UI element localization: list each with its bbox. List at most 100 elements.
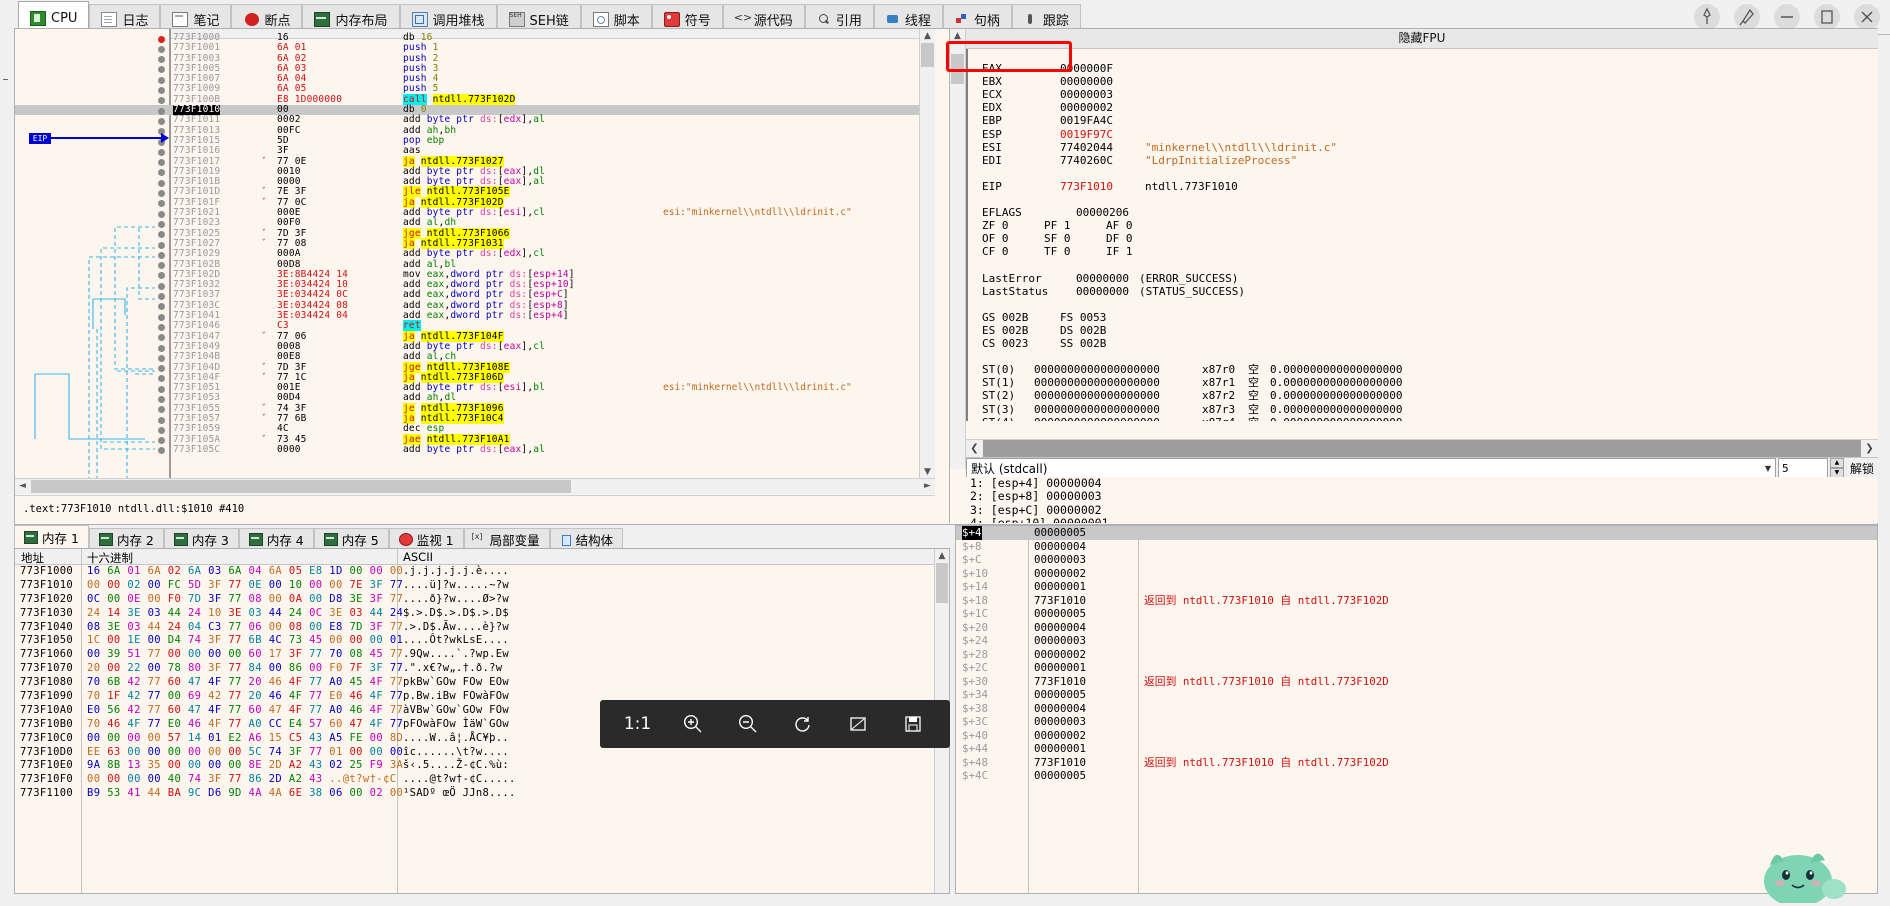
chevron-down-icon[interactable]: ▼ (1765, 464, 1771, 473)
flag-row[interactable]: OF 0 SF 0 DF 0 (968, 232, 1878, 245)
breakpoint-dot-icon[interactable] (158, 303, 165, 311)
dump-hex[interactable]: 70 1F 42 77 00 69 42 77 20 46 4F 77 E0 4… (87, 690, 403, 704)
breakpoint-dot-icon[interactable] (158, 231, 165, 239)
dump-row[interactable]: 773F1040 08 3E 03 44 24 04 C3 77 06 00 08… (15, 621, 935, 635)
breakpoint-dot-icon[interactable] (158, 107, 165, 115)
status-value[interactable]: 00000000 (1076, 272, 1129, 285)
register-lasterror[interactable]: LastError 00000000 (ERROR_SUCCESS) (968, 272, 1878, 285)
segment-row[interactable]: CS 0023 SS 002B (968, 337, 1878, 350)
dump-tab-内存4[interactable]: 内存 4 (238, 528, 314, 549)
stack-value[interactable]: 00000004 (1034, 540, 1086, 554)
register-value[interactable]: 0019F97C (1060, 128, 1113, 141)
zoom-reset-button[interactable]: 1:1 (619, 705, 657, 743)
dump-hex[interactable]: 9A 8B 13 35 00 00 00 00 8E 2D A2 43 02 2… (87, 759, 403, 773)
flag-cf[interactable]: CF 0 (982, 245, 1044, 258)
stack-value[interactable]: 00000003 (1034, 553, 1086, 567)
registers-horizontal-scrollbar[interactable]: ❮ ❯ (966, 439, 1878, 457)
disassembly-row[interactable]: 773F1003 6A 02 push 2 (15, 53, 935, 64)
dump-hex[interactable]: 16 6A 01 6A 02 6A 03 6A 04 6A 05 E8 1D 0… (87, 565, 403, 579)
dump-hex[interactable]: 08 3E 03 44 24 04 C3 77 06 00 08 00 E8 7… (87, 621, 403, 635)
arguments-list[interactable]: 1: [esp+4] 00000004 2: [esp+8] 00000003 3:… (966, 477, 1878, 523)
stack-row[interactable]: $+8 00000004 (956, 540, 1877, 554)
stack-value[interactable]: 00000002 (1034, 729, 1086, 743)
flag-if[interactable]: IF 1 (1106, 245, 1168, 258)
breakpoint-dot-icon[interactable] (158, 426, 165, 434)
register-esp[interactable]: ESP 0019F97C (968, 128, 1878, 141)
disassembly-view[interactable]: 773F1000 16 db 16 773F1001 6A 01 push 1 773F10… (15, 29, 935, 494)
segment-es[interactable]: ES 002B (982, 324, 1060, 337)
dump-scroll-thumb[interactable] (936, 563, 948, 603)
breakpoint-dot-icon[interactable] (158, 385, 165, 393)
flag-of[interactable]: OF 0 (982, 232, 1044, 245)
fpu-st(2)[interactable]: ST(2) 0000000000000000000 x87r2 空 0.00000000… (968, 389, 1878, 402)
arg-count-stepper[interactable]: ▲ ▼ (1829, 458, 1844, 478)
stack-value[interactable]: 00000002 (1034, 648, 1086, 662)
dump-hex[interactable]: 70 46 4F 77 E0 46 4F 77 A0 CC E4 57 60 4… (87, 718, 403, 732)
hscroll-thumb[interactable] (31, 480, 571, 493)
scroll-right-icon[interactable]: ► (920, 479, 935, 494)
disassembly-row[interactable]: 773F100B E8 1D000000 call ntdll.773F102D (15, 93, 935, 105)
scroll-left-icon[interactable]: ◄ (15, 479, 30, 494)
dump-scroll-up-icon[interactable]: ▲ (935, 549, 949, 563)
breakpoint-dot-icon[interactable] (158, 395, 165, 403)
register-spacer[interactable] (968, 350, 1878, 363)
segment-gs[interactable]: GS 002B (982, 311, 1060, 324)
stack-row[interactable]: $+24 00000003 (956, 634, 1877, 648)
flag-row[interactable]: CF 0 TF 0 IF 1 (968, 245, 1878, 258)
dump-row[interactable]: 773F1000 16 6A 01 6A 02 6A 03 6A 04 6A 05… (15, 565, 935, 579)
disassembly-row[interactable]: 773F1007 6A 04 push 4 (15, 73, 935, 84)
breakpoint-dot-icon[interactable] (158, 241, 165, 249)
register-ebp[interactable]: EBP 0019FA4C (968, 114, 1878, 127)
disassembly-vertical-scrollbar[interactable]: ▲ ▼ (919, 29, 935, 479)
arg-value[interactable]: 00000002 (1046, 503, 1101, 517)
disassembly-horizontal-scrollbar[interactable]: ◄ ► (15, 478, 935, 494)
flag-af[interactable]: AF 0 (1106, 219, 1168, 232)
stack-value[interactable]: 00000005 (1034, 769, 1086, 783)
disassembly-row[interactable]: 773F1029 000A add byte ptr ds:[edx],cl (15, 248, 935, 259)
breakpoint-dot-icon[interactable] (158, 375, 165, 383)
disassembly-row[interactable]: 773F1021 000E add byte ptr ds:[esi],cl esi:… (15, 207, 935, 218)
register-edx[interactable]: EDX 00000002 (968, 101, 1878, 114)
stack-row[interactable]: $+3C 00000003 (956, 715, 1877, 729)
rotate-button[interactable] (784, 705, 822, 743)
breakpoint-dot-icon[interactable] (158, 35, 165, 43)
stack-rows[interactable]: $+4 00000005 $+8 00000004 $+C 00000003 $+10 000… (956, 526, 1877, 783)
disassembly-rows[interactable]: 773F1000 16 db 16 773F1001 6A 01 push 1 773F10… (15, 32, 935, 455)
disassembly-row[interactable]: 773F1011 0002 add byte ptr ds:[edx],al (15, 115, 935, 125)
dump-hex[interactable]: 70 6B 42 77 60 47 4F 77 20 46 4F 77 A0 4… (87, 676, 403, 690)
dump-hex[interactable]: E0 56 42 77 60 47 4F 77 60 47 4F 77 A0 4… (87, 704, 403, 718)
argument-row[interactable]: 2: [esp+8] 00000003 (970, 490, 1878, 503)
stack-row[interactable]: $+44 00000001 (956, 742, 1877, 756)
register-spacer[interactable] (968, 193, 1878, 206)
scroll-down-icon[interactable]: ▼ (920, 465, 935, 479)
disassembly-row[interactable]: 773F1005 6A 03 push 3 (15, 63, 935, 74)
register-spacer[interactable] (968, 167, 1878, 180)
select-region-button[interactable] (839, 705, 877, 743)
flag-zf[interactable]: ZF 0 (982, 219, 1044, 232)
breakpoint-dot-icon[interactable] (158, 148, 165, 156)
argument-row[interactable]: 1: [esp+4] 00000004 (970, 477, 1878, 490)
stack-row[interactable]: $+4 00000005 (956, 526, 1877, 540)
breakpoint-dot-icon[interactable] (158, 334, 165, 342)
zoom-out-button[interactable] (729, 705, 767, 743)
fpu-raw[interactable]: 0000000000000000000 (1034, 403, 1202, 416)
registers-list[interactable]: EAX 0000000F EBX 00000000 ECX 00000003 EDX 0000… (966, 49, 1878, 421)
reg-scroll-up-icon[interactable]: ▲ (950, 29, 965, 43)
dump-hex[interactable]: 00 00 00 00 57 14 01 E2 A6 15 C5 43 A5 F… (87, 732, 403, 746)
flag-pf[interactable]: PF 1 (1044, 219, 1106, 232)
segment-ss[interactable]: SS 002B (1060, 337, 1138, 350)
breakpoint-dot-icon[interactable] (158, 210, 165, 218)
dump-tab-监视1[interactable]: 监视 1 (388, 528, 464, 549)
dump-hex[interactable]: 20 00 22 00 78 80 3F 77 84 00 86 00 F0 7… (87, 662, 403, 676)
stack-value[interactable]: 00000005 (1034, 526, 1086, 540)
arg-value[interactable]: 00000001 (1053, 516, 1108, 523)
stack-value[interactable]: 00000001 (1034, 580, 1086, 594)
breakpoint-dot-icon[interactable] (158, 262, 165, 270)
flag-sf[interactable]: SF 0 (1044, 232, 1106, 245)
stack-row[interactable]: $+4C 00000005 (956, 769, 1877, 783)
breakpoint-dot-icon[interactable] (158, 365, 165, 373)
close-icon[interactable] (1854, 4, 1880, 30)
reg-hscroll-left-icon[interactable]: ❮ (966, 440, 983, 457)
register-eax[interactable]: EAX 0000000F (968, 62, 1878, 75)
register-value[interactable]: 7740260C (1060, 154, 1113, 167)
